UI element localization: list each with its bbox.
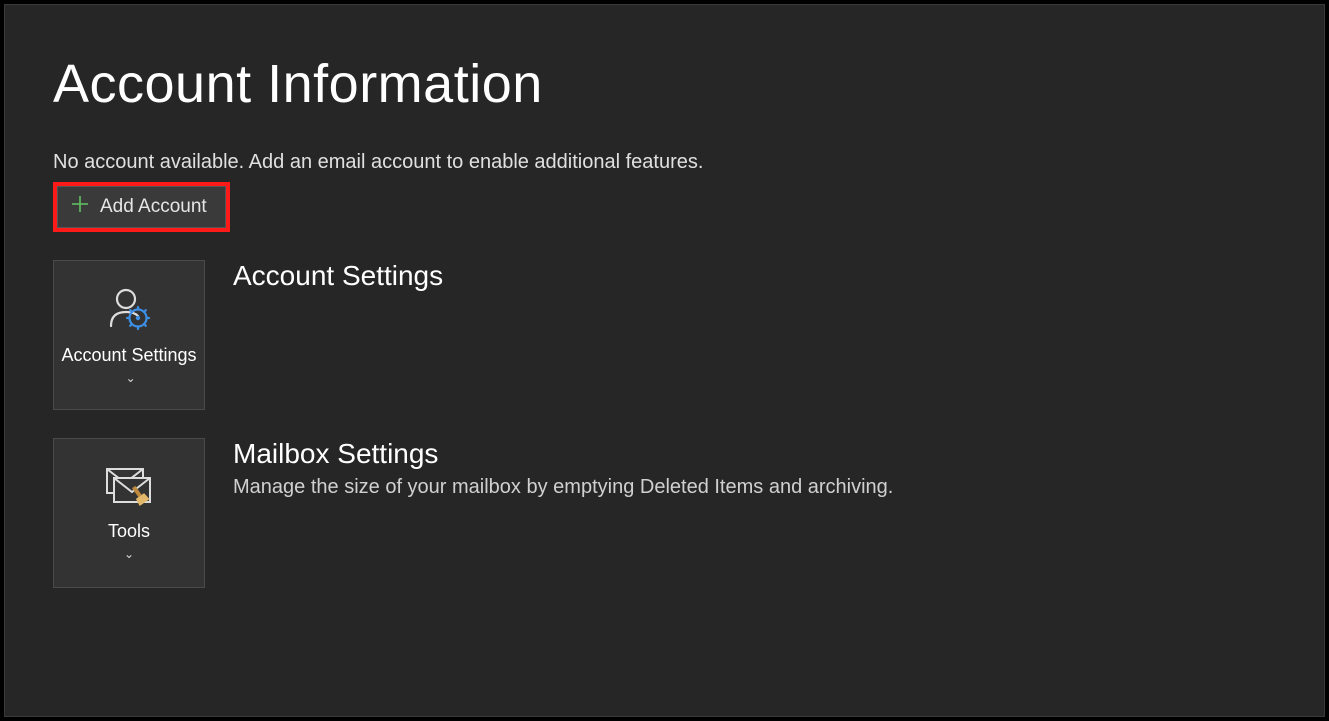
chevron-down-icon: ⌄ xyxy=(124,548,134,560)
add-account-label: Add Account xyxy=(100,196,207,218)
mailbox-settings-section: Tools ⌄ Mailbox Settings Manage the size… xyxy=(53,438,1276,588)
mailbox-tools-icon xyxy=(103,466,155,515)
chevron-down-icon: ⌄ xyxy=(122,371,135,385)
content-area: Account Information No account available… xyxy=(5,5,1324,588)
add-account-button[interactable]: Add Account xyxy=(57,186,226,228)
account-settings-icon xyxy=(104,284,154,339)
account-settings-text: Account Settings xyxy=(233,260,443,298)
account-settings-section: Account Settings ⌄ Account Settings xyxy=(53,260,1276,410)
mailbox-settings-description: Manage the size of your mailbox by empty… xyxy=(233,476,893,499)
account-info-panel: Account Information No account available… xyxy=(4,4,1325,717)
account-settings-heading: Account Settings xyxy=(233,260,443,292)
account-settings-tile-label: Account Settings xyxy=(61,345,196,365)
mailbox-settings-heading: Mailbox Settings xyxy=(233,438,893,470)
plus-icon xyxy=(70,194,90,220)
tools-tile-label: Tools xyxy=(108,521,150,542)
mailbox-settings-text: Mailbox Settings Manage the size of your… xyxy=(233,438,893,499)
account-settings-tile[interactable]: Account Settings ⌄ xyxy=(53,260,205,410)
page-title: Account Information xyxy=(53,53,1276,115)
tools-tile[interactable]: Tools ⌄ xyxy=(53,438,205,588)
add-account-highlight-box: Add Account xyxy=(53,182,230,232)
no-account-message: No account available. Add an email accou… xyxy=(53,151,1276,174)
